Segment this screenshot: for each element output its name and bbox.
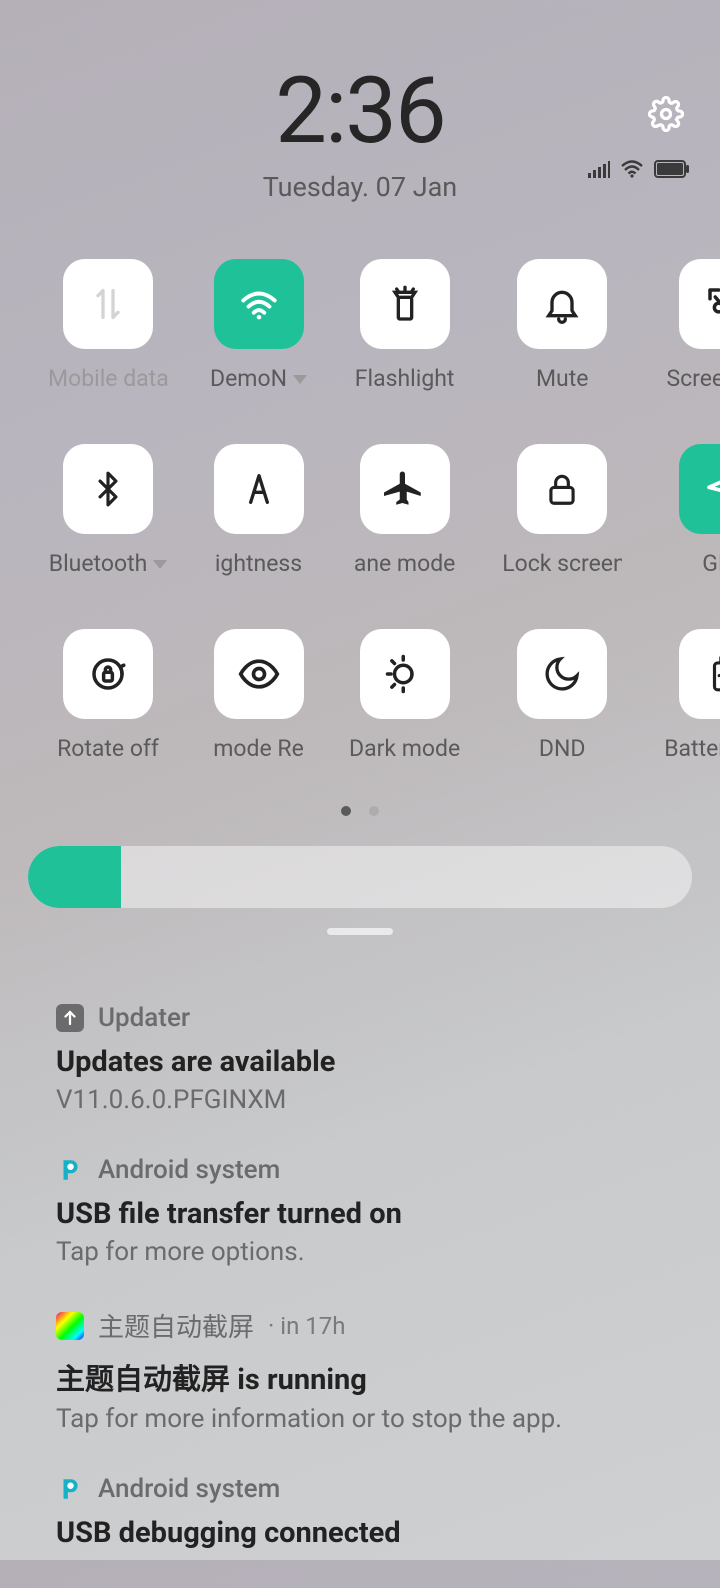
bell-icon — [542, 284, 582, 324]
dropdown-arrow-icon — [153, 560, 167, 569]
tile-label: DemoN — [210, 365, 287, 392]
notif-title: USB file transfer turned on — [56, 1197, 664, 1231]
tile-screenshot[interactable]: Screenshot — [664, 259, 720, 392]
tile-label: Flashlight — [355, 365, 455, 392]
settings-gear-button[interactable] — [648, 96, 684, 136]
pager-dot-inactive — [369, 806, 379, 816]
tile-label: Battery saver — [664, 735, 720, 762]
cell-signal-icon — [588, 160, 610, 178]
dark-mode-icon — [384, 653, 426, 695]
pager-dot-active — [341, 806, 351, 816]
tile-bluetooth[interactable]: Bluetooth — [48, 444, 168, 577]
notif-title: 主题自动截屏 is running — [56, 1356, 664, 1398]
mobile-data-icon — [88, 284, 128, 324]
notif-app-name: Updater — [98, 1003, 190, 1033]
tile-rotate-lock[interactable]: Rotate off — [48, 629, 168, 762]
tile-mute[interactable]: Mute — [502, 259, 622, 392]
notification-updater[interactable]: Updater Updates are available V11.0.6.0.… — [0, 995, 720, 1147]
notif-body: Tap for more options. — [56, 1237, 664, 1267]
notif-app-name: Android system — [98, 1155, 280, 1185]
notif-timestamp: · in 17h — [268, 1312, 345, 1340]
tile-gps[interactable]: GPS — [664, 444, 720, 577]
lock-icon — [543, 470, 581, 508]
tile-label: Mobile data — [48, 365, 168, 392]
tile-auto-brightness[interactable]: ightness — [210, 444, 307, 577]
status-bar-icons — [588, 160, 690, 178]
tile-label: Mute — [536, 365, 588, 392]
tile-dark-mode[interactable]: Dark mode — [349, 629, 460, 762]
auto-brightness-icon — [239, 469, 279, 509]
wifi-icon — [238, 283, 280, 325]
tile-label: Rotate off — [57, 735, 159, 762]
theme-app-icon — [56, 1312, 84, 1340]
eye-icon — [237, 652, 281, 696]
android-p-icon — [56, 1156, 84, 1184]
flashlight-icon — [385, 284, 425, 324]
notif-app-name: 主题自动截屏 — [98, 1307, 254, 1344]
tile-label: mode Re — [213, 735, 304, 762]
tile-label: Lock screen — [502, 550, 622, 577]
tile-lock-screen[interactable]: Lock screen — [502, 444, 622, 577]
dropdown-arrow-icon — [293, 375, 307, 384]
airplane-icon — [384, 468, 426, 510]
screenshot-icon — [703, 283, 720, 325]
moon-icon — [542, 654, 582, 694]
rotate-lock-icon — [87, 653, 129, 695]
wifi-status-icon — [620, 160, 644, 178]
notification-theme-app[interactable]: 主题自动截屏 · in 17h 主题自动截屏 is running Tap fo… — [0, 1299, 720, 1466]
notification-list: Updater Updates are available V11.0.6.0.… — [0, 995, 720, 1588]
gear-icon — [648, 96, 684, 132]
notif-title: USB debugging connected — [56, 1516, 664, 1550]
android-p-icon — [56, 1475, 84, 1503]
tile-flashlight[interactable]: Flashlight — [349, 259, 460, 392]
battery-icon — [654, 160, 690, 178]
tile-label: Screenshot — [666, 365, 720, 392]
tile-label: Dark mode — [349, 735, 460, 762]
page-indicator — [0, 806, 720, 816]
updater-app-icon — [56, 1004, 84, 1032]
notif-title: Updates are available — [56, 1045, 664, 1079]
notif-app-name: Android system — [98, 1474, 280, 1504]
tile-dnd[interactable]: DND — [502, 629, 622, 762]
gps-icon — [704, 469, 720, 509]
tile-label: Bluetooth — [49, 550, 148, 577]
tile-mobile-data[interactable]: Mobile data — [48, 259, 168, 392]
notif-body: V11.0.6.0.PFGINXM — [56, 1085, 664, 1115]
quick-settings-grid: Mobile data DemoN Flashlight — [48, 259, 672, 762]
tile-wifi[interactable]: DemoN — [210, 259, 307, 392]
tile-battery-saver[interactable]: Battery saver — [664, 629, 720, 762]
bluetooth-icon — [89, 470, 127, 508]
clock-time: 2:36 — [0, 58, 720, 165]
drag-handle[interactable] — [327, 928, 393, 935]
brightness-fill — [28, 846, 121, 908]
tile-label: ightness — [215, 550, 302, 577]
tile-airplane-mode[interactable]: ane mode — [349, 444, 460, 577]
notification-usb-debugging[interactable]: Android system USB debugging connected — [0, 1466, 720, 1588]
battery-saver-icon — [705, 653, 720, 695]
tile-reading-mode[interactable]: mode Re — [210, 629, 307, 762]
tile-label: GPS — [702, 550, 720, 577]
notification-usb-transfer[interactable]: Android system USB file transfer turned … — [0, 1147, 720, 1299]
brightness-slider[interactable] — [28, 846, 692, 908]
quick-settings-header: 2:36 Tuesday. 07 Jan — [0, 0, 720, 203]
tile-label: DND — [539, 735, 586, 762]
tile-label: ane mode — [354, 550, 456, 577]
notif-body: Tap for more information or to stop the … — [56, 1404, 664, 1434]
